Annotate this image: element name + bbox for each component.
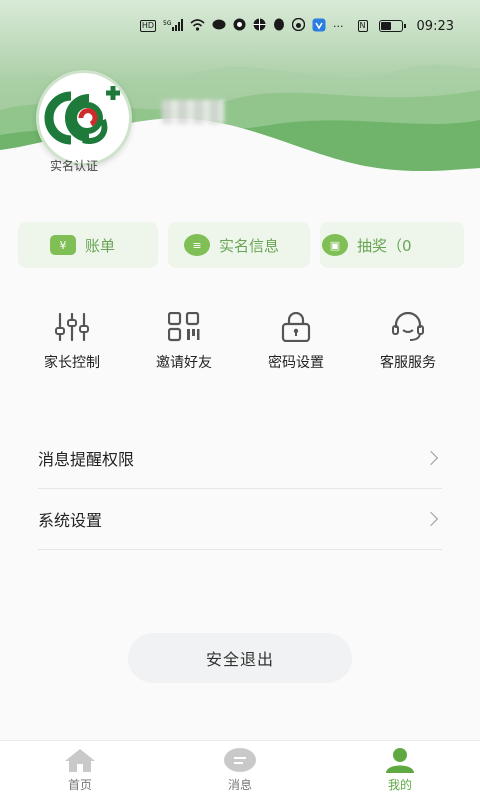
profile-header: HD 5G ··· N 09:23 实名认证 [0, 0, 480, 215]
lock-icon [281, 312, 311, 342]
feature-grid: 家长控制 邀请好友 密码设置 客服服务 [22, 312, 458, 384]
battery-icon [378, 20, 406, 32]
hd-icon: HD [139, 20, 157, 32]
home-icon [65, 749, 95, 772]
app-logo-icon [44, 86, 120, 145]
tab-mine-label: 我的 [387, 778, 412, 792]
password-settings-item[interactable]: 密码设置 [246, 312, 346, 372]
id-card-icon: ≡ [184, 234, 210, 256]
signal-icon: 5G [163, 18, 184, 34]
system-settings-row[interactable]: 系统设置 [38, 489, 442, 550]
wifi-icon [190, 18, 205, 34]
battery-level [380, 22, 391, 30]
invite-friends-item[interactable]: 邀请好友 [134, 312, 234, 372]
customer-service-label: 客服服务 [380, 355, 436, 371]
app-badge-icon [233, 18, 246, 34]
basketball-icon [253, 18, 266, 34]
nfc-icon: N [357, 20, 368, 32]
customer-service-item[interactable]: 客服服务 [358, 312, 458, 372]
paw-icon [291, 17, 306, 34]
person-icon [386, 748, 414, 773]
shield-app-icon [312, 18, 326, 35]
lottery-label: 抽奖（0 [357, 236, 412, 255]
wallet-icon: ¥ [50, 235, 76, 255]
sliders-icon [55, 312, 89, 342]
system-settings-label: 系统设置 [38, 511, 103, 530]
tab-mine[interactable]: 我的 [360, 747, 440, 793]
chat-bubble-icon [212, 19, 226, 34]
chevron-right-icon [423, 450, 439, 466]
realname-verify-link[interactable]: 实名认证 [50, 157, 98, 174]
notification-permission-row[interactable]: 消息提醒权限 [38, 428, 442, 489]
tab-messages[interactable]: 消息 [200, 747, 280, 793]
notification-permission-label: 消息提醒权限 [38, 450, 135, 469]
svg-text:5G: 5G [163, 20, 172, 27]
status-bar: HD 5G ··· N 09:23 [0, 0, 480, 52]
avatar[interactable] [36, 70, 132, 166]
qrcode-icon [168, 312, 200, 342]
tab-home-label: 首页 [67, 778, 92, 792]
parental-control-label: 家长控制 [44, 355, 100, 371]
headset-icon [392, 312, 424, 341]
tab-messages-label: 消息 [227, 778, 252, 792]
chevron-right-icon [423, 511, 439, 527]
quick-pills: ¥ 账单 ≡ 实名信息 ▣ 抽奖（0 [18, 222, 464, 268]
lottery-button[interactable]: ▣ 抽奖（0 [320, 222, 464, 268]
penguin-icon [273, 18, 285, 34]
username-blurred [162, 100, 224, 124]
message-icon [224, 748, 256, 772]
tab-home[interactable]: 首页 [40, 747, 120, 793]
password-settings-label: 密码设置 [268, 355, 324, 371]
realname-info-button[interactable]: ≡ 实名信息 [168, 222, 310, 268]
bottom-tab-bar: 首页 消息 我的 [0, 740, 480, 800]
realname-info-label: 实名信息 [219, 236, 280, 255]
bill-label: 账单 [85, 236, 116, 255]
more-icon: ··· [333, 19, 344, 33]
status-time: 09:23 [416, 18, 454, 34]
bill-button[interactable]: ¥ 账单 [18, 222, 158, 268]
gift-icon: ▣ [322, 234, 348, 256]
parental-control-item[interactable]: 家长控制 [22, 312, 122, 372]
logout-button[interactable]: 安全退出 [128, 633, 352, 683]
settings-list: 消息提醒权限 系统设置 [38, 428, 442, 550]
invite-friends-label: 邀请好友 [156, 355, 212, 371]
